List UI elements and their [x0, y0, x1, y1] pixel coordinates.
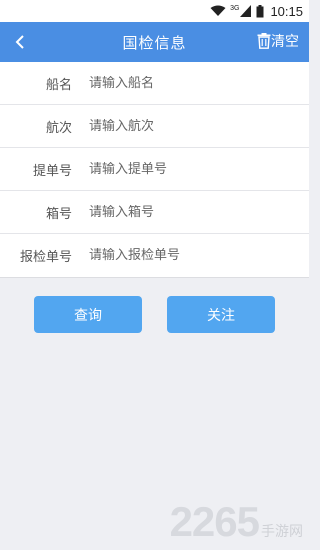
inspection-no-label: 报检单号 [19, 250, 72, 265]
bill-no-label: 提单号 [32, 163, 72, 179]
watermark-number: 2265 [169, 498, 260, 545]
inspection-no-input[interactable] [89, 248, 289, 263]
clear-button[interactable]: 清空 [257, 31, 299, 51]
search-form: 船名 航次 提单号 箱号 报检单号 [0, 62, 309, 278]
query-button[interactable]: 查询 [34, 296, 142, 333]
container-no-label: 箱号 [45, 206, 72, 222]
trash-icon [257, 33, 271, 49]
ship-name-input[interactable] [89, 75, 289, 91]
bill-no-input[interactable] [89, 161, 289, 177]
battery-icon [256, 4, 264, 17]
clock: 10:15 [270, 3, 303, 19]
clear-label: 清空 [271, 34, 299, 50]
form-row-inspection-no: 报检单号 [0, 234, 309, 278]
watermark: 2265 手游网 [170, 498, 303, 546]
form-row-bill-no: 提单号 [0, 148, 309, 191]
signal-icon [240, 5, 252, 17]
form-row-container-no: 箱号 [0, 191, 309, 234]
form-row-voyage: 航次 [0, 105, 309, 148]
page-title: 国检信息 [122, 33, 187, 52]
container-no-input[interactable] [89, 204, 289, 220]
follow-button[interactable]: 关注 [167, 296, 275, 333]
ship-name-label: 船名 [45, 77, 72, 93]
app-bar: 国检信息 清空 [0, 22, 309, 62]
status-bar: 3G 10:15 [0, 0, 309, 22]
voyage-input[interactable] [89, 118, 289, 134]
chevron-left-icon[interactable] [10, 32, 30, 52]
form-row-ship-name: 船名 [0, 62, 309, 105]
voyage-label: 航次 [45, 120, 72, 136]
watermark-suffix: 手游网 [261, 523, 303, 539]
network-type: 3G [230, 4, 240, 12]
wifi-icon [210, 5, 226, 16]
